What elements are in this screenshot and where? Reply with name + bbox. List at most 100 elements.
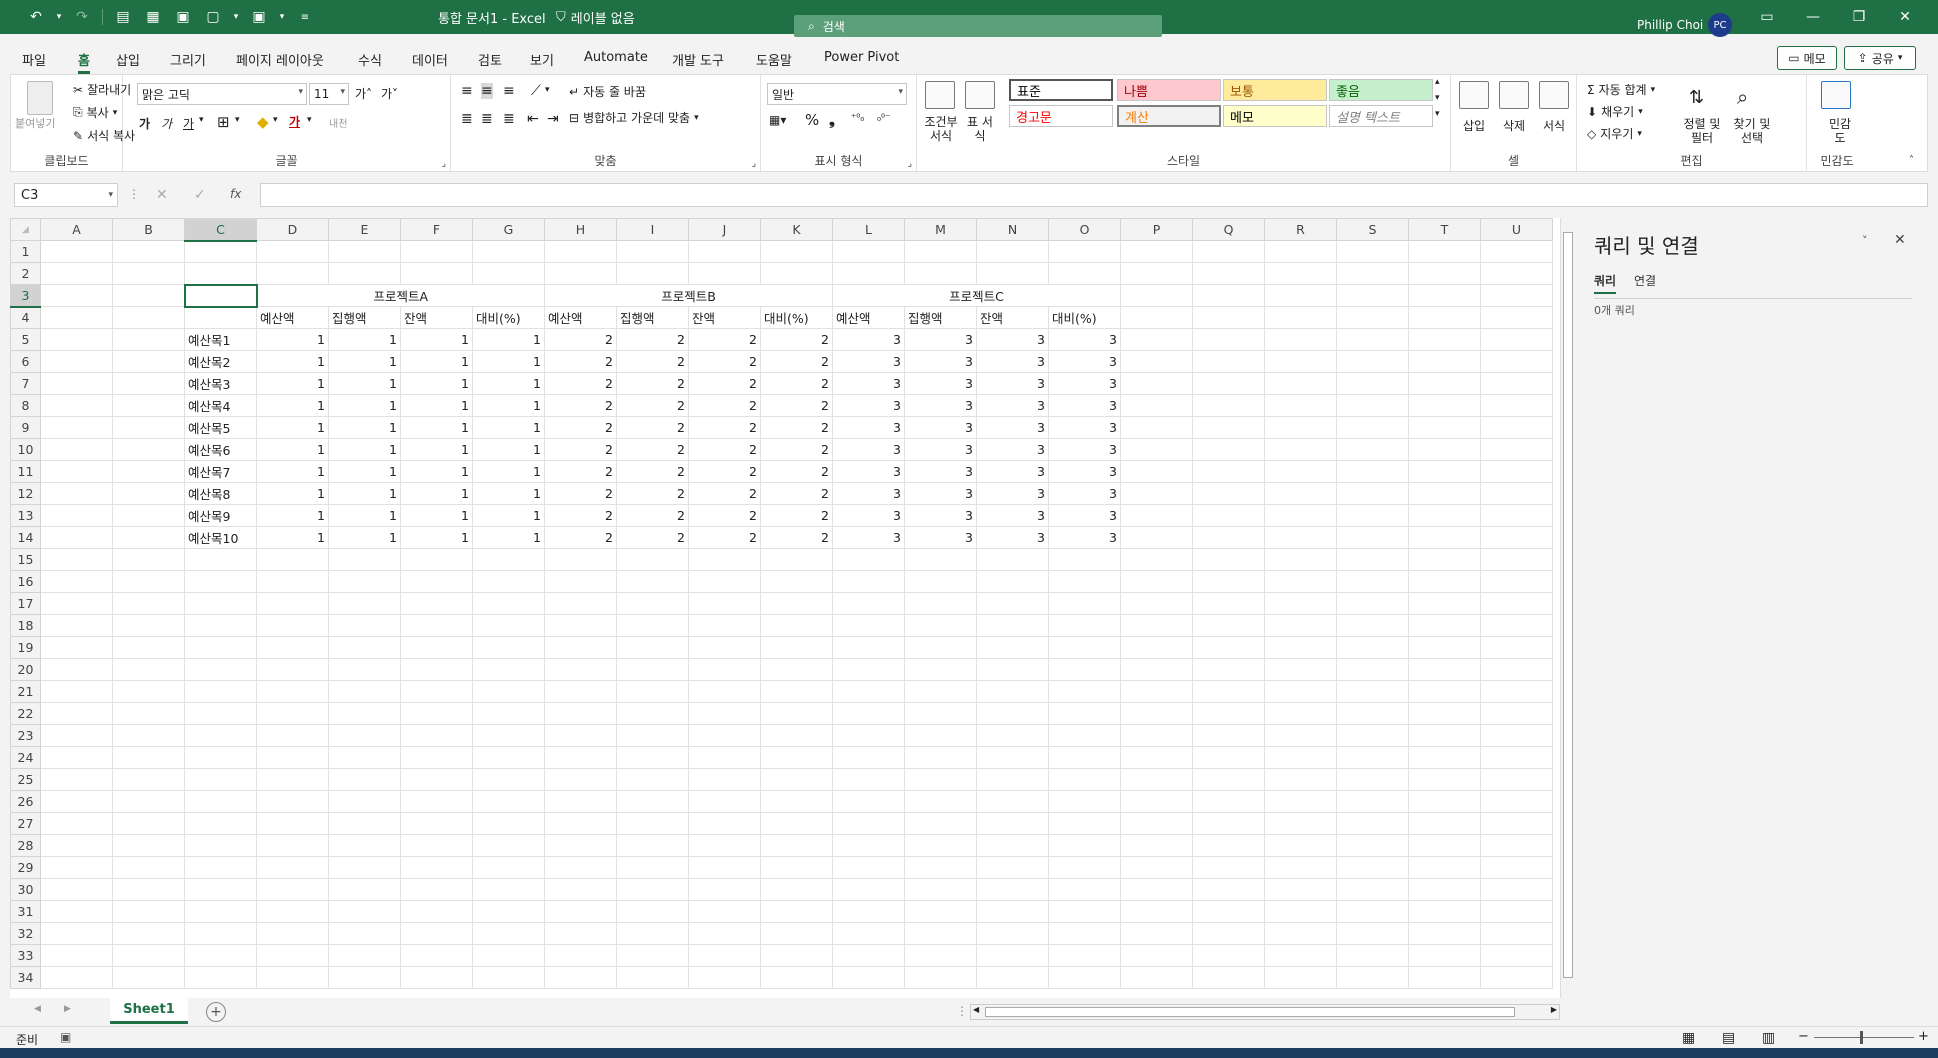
value-cell[interactable]: 1 [256, 350, 329, 373]
cell[interactable] [976, 658, 1049, 681]
zoom-slider-track[interactable] [1814, 1037, 1914, 1038]
cell[interactable] [1336, 592, 1409, 615]
cell[interactable] [832, 856, 905, 879]
cell[interactable] [544, 812, 617, 835]
font-color-icon[interactable]: 가 [289, 113, 300, 130]
cell[interactable] [760, 900, 833, 923]
cell[interactable] [112, 746, 185, 769]
value-cell[interactable]: 2 [544, 350, 617, 373]
cell[interactable] [40, 504, 113, 527]
cell[interactable] [400, 812, 473, 835]
cell[interactable] [112, 570, 185, 593]
cell[interactable] [112, 504, 185, 527]
cell[interactable] [1264, 460, 1337, 483]
cell[interactable] [1336, 570, 1409, 593]
cell[interactable] [1336, 856, 1409, 879]
cell[interactable] [544, 856, 617, 879]
cell[interactable] [1120, 746, 1193, 769]
row-header[interactable]: 34 [10, 966, 41, 989]
cell[interactable] [1192, 328, 1265, 351]
cell[interactable] [1264, 416, 1337, 439]
cell[interactable] [256, 702, 329, 725]
cell[interactable] [1048, 680, 1121, 703]
cell[interactable] [688, 702, 761, 725]
value-cell[interactable]: 2 [760, 438, 833, 461]
cell[interactable] [328, 262, 401, 285]
scroll-up-icon[interactable]: ▴ [1435, 77, 1440, 87]
cell[interactable] [1336, 438, 1409, 461]
row-header[interactable]: 21 [10, 680, 41, 703]
row-header[interactable]: 11 [10, 460, 41, 483]
cell[interactable] [256, 680, 329, 703]
cell[interactable] [688, 834, 761, 857]
cell[interactable] [328, 966, 401, 989]
value-cell[interactable]: 2 [544, 460, 617, 483]
cell[interactable] [904, 922, 977, 945]
cell[interactable] [688, 592, 761, 615]
cell[interactable] [1120, 284, 1193, 307]
chevron-down-icon[interactable]: ▾ [307, 115, 312, 125]
cell[interactable] [472, 680, 545, 703]
cell[interactable] [256, 790, 329, 813]
cell[interactable] [1336, 658, 1409, 681]
cell[interactable] [1408, 680, 1481, 703]
value-cell[interactable]: 1 [256, 372, 329, 395]
value-cell[interactable]: 1 [328, 438, 401, 461]
cell[interactable] [832, 702, 905, 725]
cell[interactable] [112, 482, 185, 505]
cell[interactable] [1408, 284, 1481, 307]
cell[interactable] [112, 702, 185, 725]
cell[interactable] [688, 262, 761, 285]
cell[interactable] [256, 966, 329, 989]
chevron-down-icon[interactable]: ˅ [1862, 234, 1868, 247]
cell[interactable] [256, 834, 329, 857]
cell[interactable] [976, 944, 1049, 967]
cell[interactable] [1192, 240, 1265, 263]
value-cell[interactable]: 2 [544, 482, 617, 505]
cell[interactable] [40, 240, 113, 263]
cell[interactable] [760, 724, 833, 747]
cell[interactable] [1048, 702, 1121, 725]
column-header[interactable]: K [760, 218, 833, 241]
cell[interactable] [1048, 966, 1121, 989]
cell[interactable] [1408, 482, 1481, 505]
cell[interactable] [256, 570, 329, 593]
cell[interactable] [1480, 944, 1553, 967]
value-cell[interactable]: 3 [1048, 328, 1121, 351]
cell[interactable] [1408, 328, 1481, 351]
cell[interactable] [112, 658, 185, 681]
cell[interactable] [1192, 416, 1265, 439]
cell[interactable] [1336, 746, 1409, 769]
cell[interactable] [616, 262, 689, 285]
cell[interactable] [1264, 724, 1337, 747]
value-cell[interactable]: 1 [328, 328, 401, 351]
page-break-view-icon[interactable]: ▥ [1762, 1030, 1775, 1046]
cell[interactable] [904, 966, 977, 989]
row-header[interactable]: 31 [10, 900, 41, 923]
value-cell[interactable]: 2 [616, 416, 689, 439]
insert-function-icon[interactable]: fx [230, 187, 241, 201]
cell[interactable] [112, 768, 185, 791]
cell[interactable] [688, 790, 761, 813]
cell[interactable] [1264, 350, 1337, 373]
page-layout-view-icon[interactable]: ▤ [1722, 1030, 1735, 1046]
cell[interactable] [1192, 658, 1265, 681]
column-header[interactable]: Q [1192, 218, 1265, 241]
cell[interactable] [616, 944, 689, 967]
cell[interactable] [112, 724, 185, 747]
tab-help[interactable]: 도움말 [756, 50, 792, 69]
cell[interactable] [760, 262, 833, 285]
cell[interactable] [40, 482, 113, 505]
cell[interactable] [112, 834, 185, 857]
cell[interactable] [904, 570, 977, 593]
name-box[interactable]: C3 ▾ [14, 183, 118, 207]
cell[interactable] [472, 702, 545, 725]
cell[interactable] [1336, 636, 1409, 659]
cell[interactable] [1336, 790, 1409, 813]
column-header[interactable]: O [1048, 218, 1121, 241]
cell[interactable] [976, 570, 1049, 593]
column-header[interactable]: H [544, 218, 617, 241]
cell[interactable] [1048, 724, 1121, 747]
cell[interactable] [832, 768, 905, 791]
cell[interactable] [256, 768, 329, 791]
